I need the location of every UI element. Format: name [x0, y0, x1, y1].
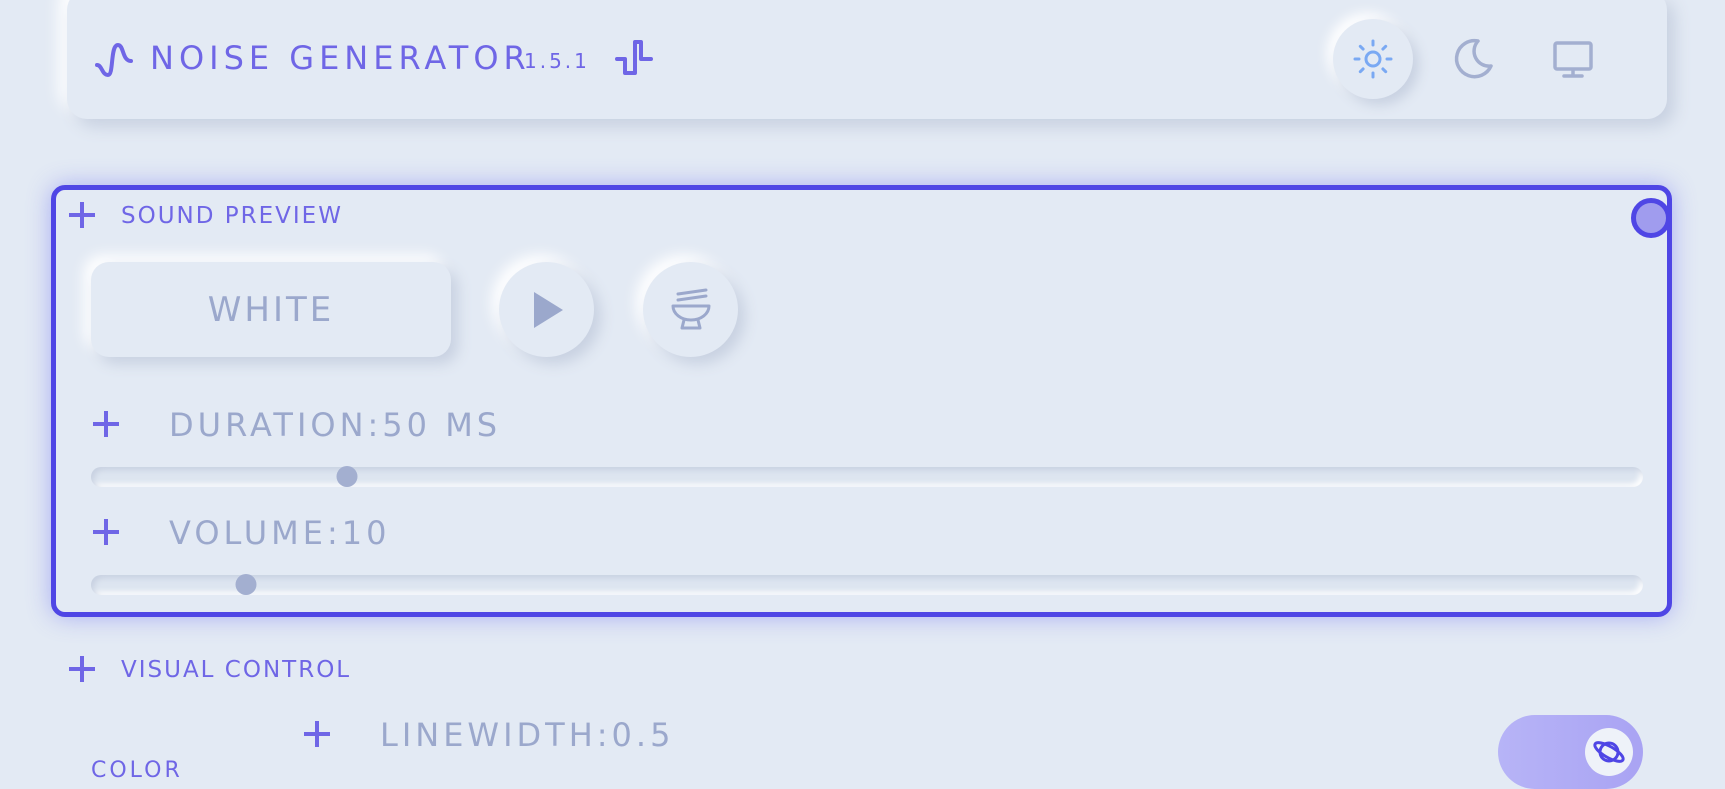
system-theme-button[interactable]	[1533, 19, 1613, 99]
light-theme-button[interactable]	[1333, 19, 1413, 99]
dark-theme-button[interactable]	[1433, 19, 1513, 99]
planet-icon	[1593, 741, 1625, 763]
expand-linewidth-icon[interactable]	[302, 719, 332, 749]
expand-visual-control-icon[interactable]	[67, 654, 97, 684]
panel-drag-handle[interactable]	[1631, 198, 1671, 238]
color-label: COLOR	[91, 758, 183, 783]
volume-label: VOLUME:10	[169, 514, 391, 552]
bowl-button[interactable]	[643, 262, 738, 357]
square-wave-icon	[615, 40, 653, 75]
duration-slider-thumb[interactable]	[336, 466, 358, 487]
noise-type-button[interactable]: WHITE	[91, 262, 451, 357]
linewidth-label: LINEWIDTH:0.5	[380, 716, 675, 754]
sine-wave-icon	[95, 42, 133, 77]
volume-slider[interactable]	[91, 574, 1643, 595]
visual-toggle[interactable]	[1498, 715, 1643, 789]
monitor-icon	[1553, 41, 1593, 78]
play-button[interactable]	[499, 262, 594, 357]
visual-control-label: VISUAL CONTROL	[121, 657, 352, 683]
sound-preview-label: SOUND PREVIEW	[121, 203, 343, 229]
toggle-knob	[1585, 728, 1633, 776]
app-header: NOISE GENERATOR 1.5.1	[67, 0, 1667, 119]
app-title: NOISE GENERATOR	[150, 39, 531, 77]
expand-duration-icon[interactable]	[91, 409, 121, 439]
sound-preview-panel	[51, 185, 1672, 617]
app-version: 1.5.1	[524, 49, 590, 73]
duration-slider[interactable]	[91, 466, 1643, 487]
volume-slider-thumb[interactable]	[235, 574, 257, 595]
expand-sound-preview-icon[interactable]	[67, 200, 97, 230]
play-icon	[533, 291, 563, 328]
sun-icon	[1353, 39, 1393, 79]
expand-volume-icon[interactable]	[91, 517, 121, 547]
bowl-icon	[671, 288, 710, 329]
moon-icon	[1454, 38, 1493, 79]
duration-label: DURATION:50 MS	[169, 406, 502, 444]
